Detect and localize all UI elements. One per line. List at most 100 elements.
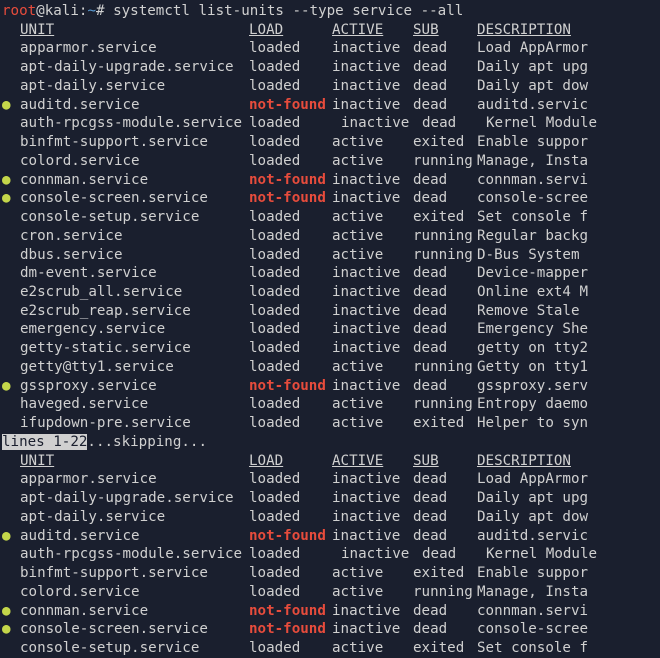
status-bullet-icon bbox=[2, 339, 20, 358]
unit-name: dm-event.service bbox=[20, 264, 249, 283]
active-state: inactive bbox=[332, 620, 413, 639]
table-row: ●console-screen.servicenot-foundinactive… bbox=[2, 620, 660, 639]
sub-state: dead bbox=[413, 470, 477, 489]
load-state: loaded bbox=[249, 564, 332, 583]
status-bullet-icon: ● bbox=[2, 527, 20, 546]
sub-state: dead bbox=[413, 189, 477, 208]
unit-name: auditd.service bbox=[20, 96, 249, 115]
active-state: inactive bbox=[332, 545, 413, 564]
active-state: active bbox=[332, 414, 413, 433]
table-row: ●gssproxy.servicenot-foundinactivedeadgs… bbox=[2, 377, 660, 396]
table-row: getty-static.serviceloadedinactivedeadge… bbox=[2, 339, 660, 358]
unit-name: gssproxy.service bbox=[20, 377, 249, 396]
unit-name: colord.service bbox=[20, 583, 249, 602]
prompt-path: ~ bbox=[87, 3, 96, 19]
prompt-symbol: # bbox=[96, 3, 105, 19]
active-state: active bbox=[332, 639, 413, 658]
active-state: active bbox=[332, 583, 413, 602]
description: Getty on tty1 bbox=[477, 358, 660, 377]
sub-state: dead bbox=[413, 302, 477, 321]
unit-name: apt-daily.service bbox=[20, 508, 249, 527]
status-bullet-icon bbox=[2, 152, 20, 171]
description: Kernel Module bbox=[477, 114, 660, 133]
status-bullet-icon bbox=[2, 77, 20, 96]
unit-name: apparmor.service bbox=[20, 470, 249, 489]
active-state: inactive bbox=[332, 489, 413, 508]
active-state: inactive bbox=[332, 602, 413, 621]
header-load: LOAD bbox=[249, 21, 332, 40]
description: Set console f bbox=[477, 639, 660, 658]
description: getty on tty2 bbox=[477, 339, 660, 358]
sub-state: dead bbox=[413, 283, 477, 302]
status-bullet-icon bbox=[2, 208, 20, 227]
table-row: binfmt-support.serviceloadedactiveexited… bbox=[2, 564, 660, 583]
table-row: binfmt-support.serviceloadedactiveexited… bbox=[2, 133, 660, 152]
status-bullet-icon bbox=[2, 489, 20, 508]
unit-name: colord.service bbox=[20, 152, 249, 171]
description: D-Bus System bbox=[477, 246, 660, 265]
prompt-line[interactable]: root@kali:~# systemctl list-units --type… bbox=[2, 2, 660, 21]
sub-state: dead bbox=[413, 58, 477, 77]
load-state: loaded bbox=[249, 302, 332, 321]
unit-name: console-setup.service bbox=[20, 639, 249, 658]
active-state: inactive bbox=[332, 527, 413, 546]
sub-state: exited bbox=[413, 133, 477, 152]
description: Daily apt upg bbox=[477, 489, 660, 508]
sub-state: dead bbox=[413, 264, 477, 283]
unit-name: connman.service bbox=[20, 171, 249, 190]
status-bullet-icon bbox=[2, 283, 20, 302]
active-state: inactive bbox=[332, 508, 413, 527]
load-state: loaded bbox=[249, 77, 332, 96]
sub-state: dead bbox=[413, 96, 477, 115]
sub-state: dead bbox=[413, 545, 477, 564]
load-state: loaded bbox=[249, 227, 332, 246]
status-bullet-icon bbox=[2, 320, 20, 339]
table-row: e2scrub_reap.serviceloadedinactivedeadRe… bbox=[2, 302, 660, 321]
unit-name: dbus.service bbox=[20, 246, 249, 265]
header-active: ACTIVE bbox=[332, 21, 413, 40]
command-text: systemctl list-units --type service --al… bbox=[113, 3, 463, 19]
unit-name: console-setup.service bbox=[20, 208, 249, 227]
description: auditd.servic bbox=[477, 527, 660, 546]
load-state: loaded bbox=[249, 152, 332, 171]
sub-state: running bbox=[413, 152, 477, 171]
table-row: console-setup.serviceloadedactiveexitedS… bbox=[2, 208, 660, 227]
active-state: inactive bbox=[332, 377, 413, 396]
header-bullet bbox=[2, 21, 20, 40]
unit-name: getty-static.service bbox=[20, 339, 249, 358]
status-bullet-icon: ● bbox=[2, 602, 20, 621]
table-row: cron.serviceloadedactiverunningRegular b… bbox=[2, 227, 660, 246]
status-bullet-icon bbox=[2, 470, 20, 489]
sub-state: dead bbox=[413, 320, 477, 339]
unit-name: emergency.service bbox=[20, 320, 249, 339]
table-row: ●console-screen.servicenot-foundinactive… bbox=[2, 189, 660, 208]
active-state: active bbox=[332, 227, 413, 246]
status-bullet-icon bbox=[2, 246, 20, 265]
unit-name: auth-rpcgss-module.service bbox=[20, 114, 249, 133]
active-state: inactive bbox=[332, 320, 413, 339]
active-state: active bbox=[332, 358, 413, 377]
description: connman.servi bbox=[477, 602, 660, 621]
load-state: loaded bbox=[249, 208, 332, 227]
load-state: not-found bbox=[249, 96, 332, 115]
active-state: inactive bbox=[332, 39, 413, 58]
description: Regular backg bbox=[477, 227, 660, 246]
pager-line[interactable]: lines 1-22...skipping... bbox=[2, 433, 660, 452]
table-row: apt-daily-upgrade.serviceloadedinactived… bbox=[2, 58, 660, 77]
header-active: ACTIVE bbox=[332, 452, 413, 471]
header-desc: DESCRIPTION bbox=[477, 452, 660, 471]
table-row: apparmor.serviceloadedinactivedeadLoad A… bbox=[2, 470, 660, 489]
load-state: loaded bbox=[249, 246, 332, 265]
header-unit: UNIT bbox=[20, 21, 249, 40]
description: Daily apt dow bbox=[477, 508, 660, 527]
sub-state: dead bbox=[413, 77, 477, 96]
header-desc: DESCRIPTION bbox=[477, 21, 660, 40]
unit-name: haveged.service bbox=[20, 395, 249, 414]
load-state: loaded bbox=[249, 639, 332, 658]
description: Enable suppor bbox=[477, 564, 660, 583]
load-state: loaded bbox=[249, 339, 332, 358]
load-state: loaded bbox=[249, 283, 332, 302]
description: Kernel Module bbox=[477, 545, 660, 564]
load-state: loaded bbox=[249, 358, 332, 377]
load-state: loaded bbox=[249, 39, 332, 58]
